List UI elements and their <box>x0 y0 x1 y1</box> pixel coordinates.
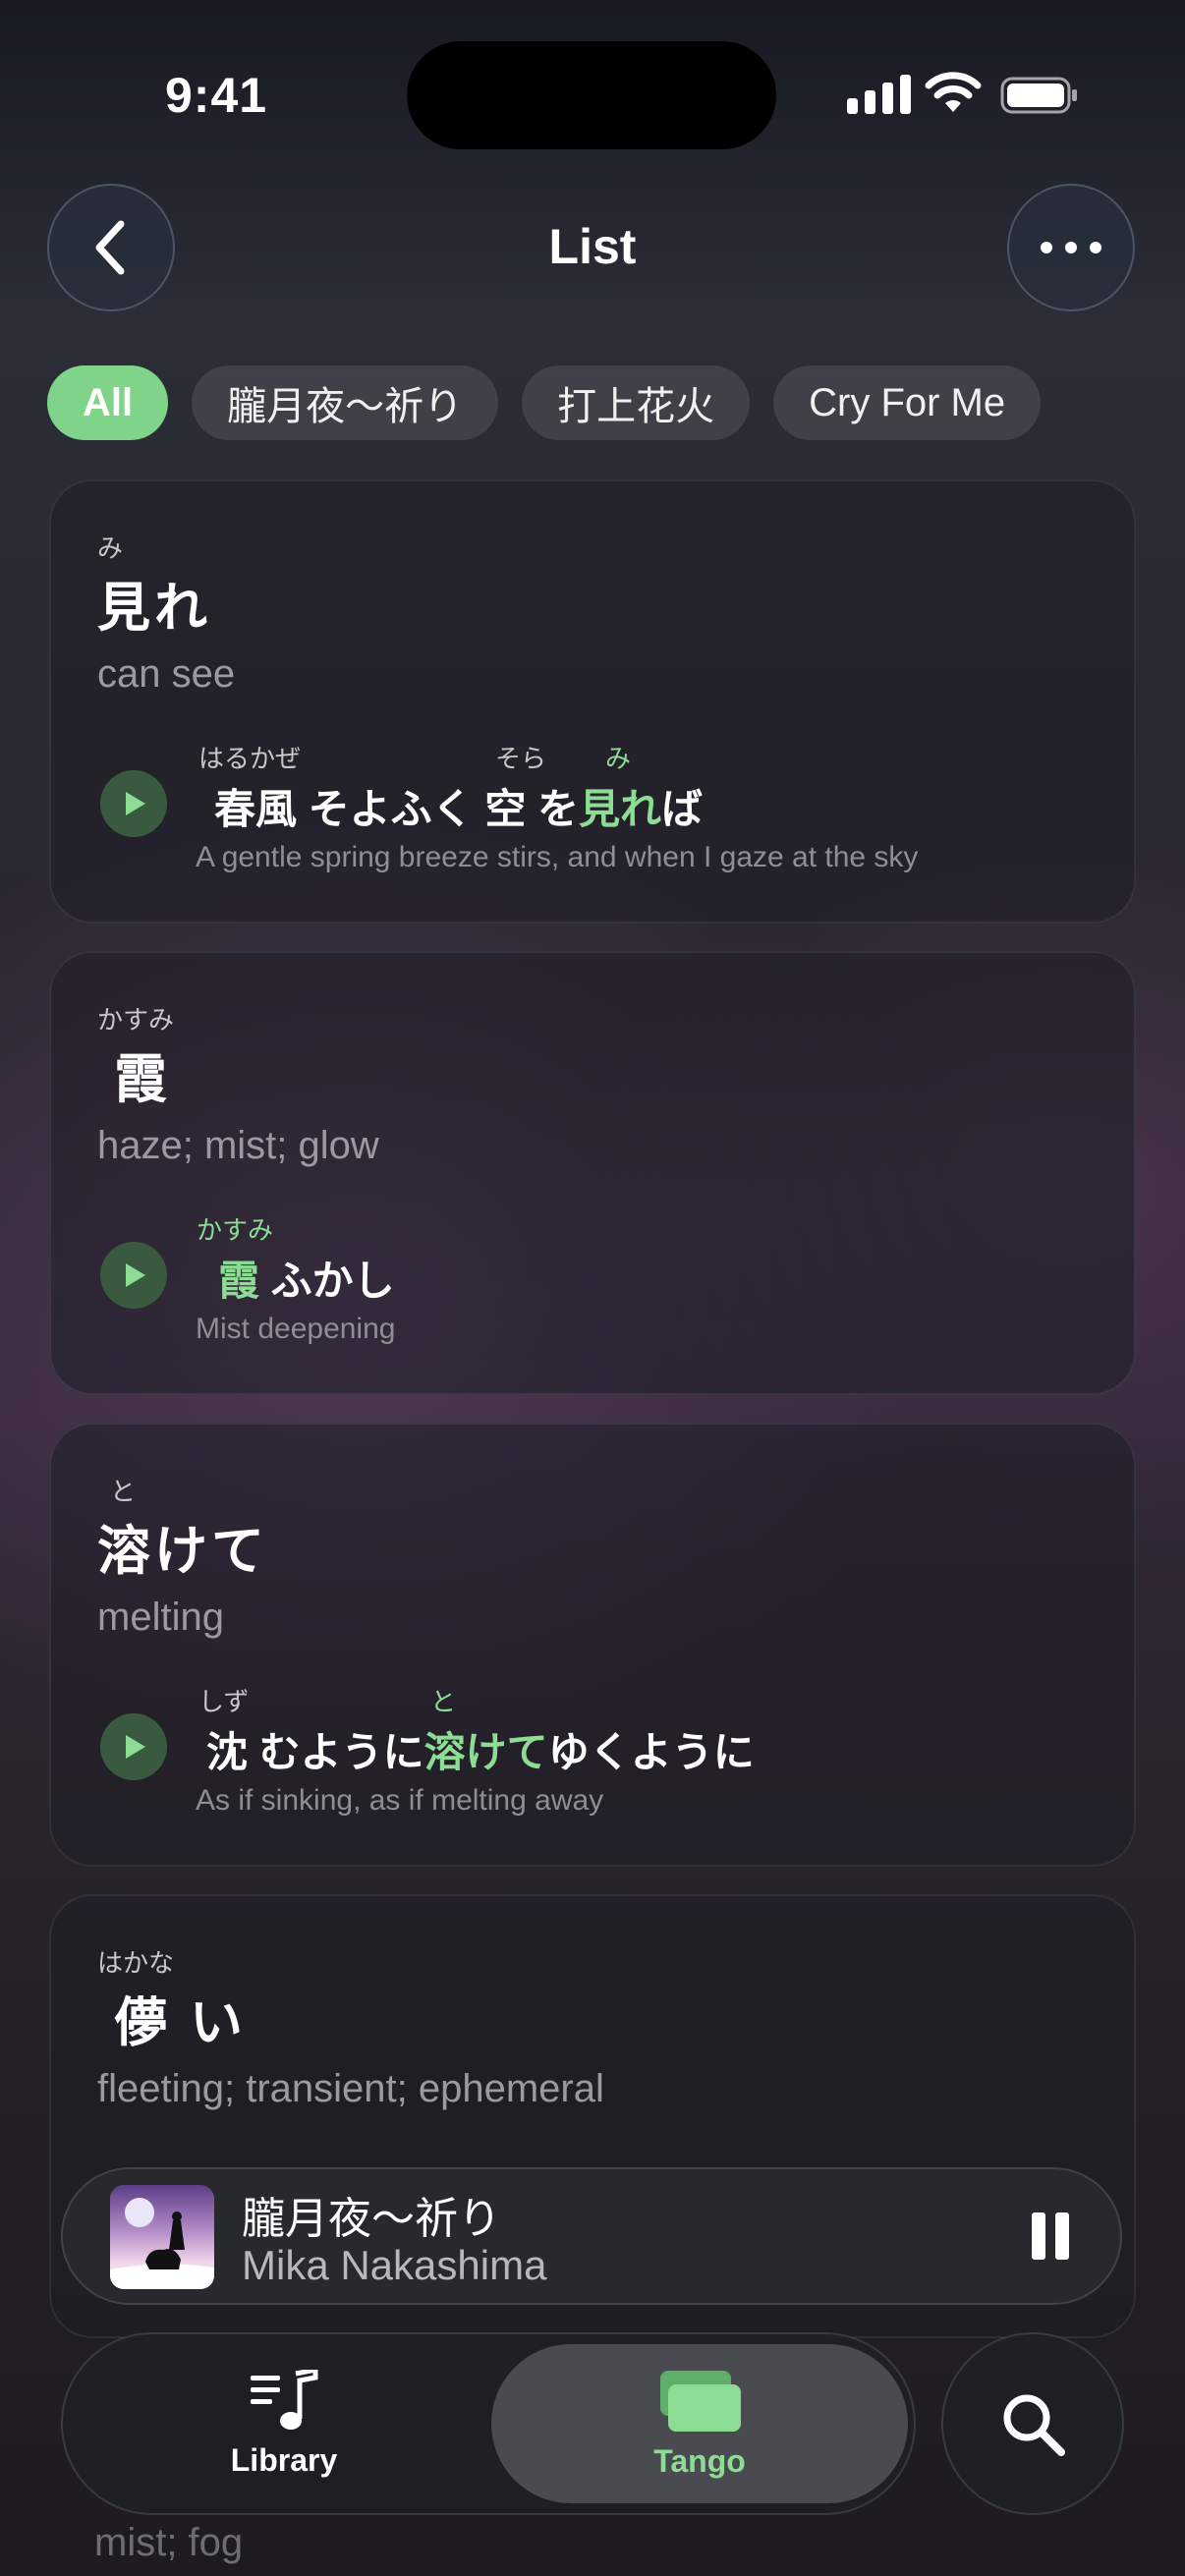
lyric-highlight: 見れ <box>579 786 662 832</box>
lyric-line: 沈 むように溶けてゆくように <box>206 1719 755 1779</box>
play-icon <box>126 792 145 815</box>
play-icon <box>126 1735 145 1759</box>
word-furigana: はかな <box>97 1948 175 1978</box>
filter-chip-song-3[interactable]: Cry For Me <box>773 365 1042 440</box>
lyric-furigana: かすみ <box>197 1215 274 1245</box>
pause-icon <box>1032 2212 1045 2260</box>
lyric-highlight: 霞 <box>218 1258 260 1304</box>
tab-label: Library <box>230 2441 338 2478</box>
ellipsis-icon <box>1041 242 1101 253</box>
lyric-translation: Mist deepening <box>196 1313 396 1345</box>
vocab-word: 見れ <box>97 579 211 638</box>
filter-chip-song-1[interactable]: 朧月夜〜祈り <box>192 365 499 440</box>
wifi-icon <box>925 72 982 112</box>
lyric-furigana: はるかぜ <box>198 744 302 773</box>
filter-chip-all[interactable]: All <box>47 365 169 440</box>
next-card-meaning: mist; fog <box>94 2521 244 2564</box>
filter-chips: All 朧月夜〜祈り 打上花火 Cry For Me <box>47 365 1042 440</box>
vocab-card[interactable]: み 見れ can see はるかぜ そら み 春風 そよふく 空 を見れば A … <box>49 479 1136 924</box>
status-time: 9:41 <box>165 68 268 123</box>
now-playing-title: 朧月夜〜祈り <box>242 2195 501 2243</box>
cards-icon <box>660 2370 741 2432</box>
vocab-meaning: haze; mist; glow <box>97 1124 379 1167</box>
lyric-line: 春風 そよふく 空 を見れば <box>214 776 703 836</box>
lyric-text: 春風 そよふく 空 を <box>214 786 580 832</box>
tab-library[interactable]: Library <box>181 2334 387 2513</box>
lyric-furigana: と <box>430 1687 457 1716</box>
vocab-word: 霞 <box>114 1050 171 1109</box>
lyric-translation: A gentle spring breeze stirs, and when I… <box>196 841 919 873</box>
vocab-card[interactable]: かすみ 霞 haze; mist; glow かすみ 霞 ふかし Mist de… <box>49 951 1136 1395</box>
cellular-signal-icon <box>847 73 911 114</box>
vocab-meaning: fleeting; transient; ephemeral <box>97 2067 604 2110</box>
word-furigana: かすみ <box>97 1005 175 1035</box>
now-playing-bar[interactable]: 朧月夜〜祈り Mika Nakashima <box>61 2167 1122 2305</box>
vocab-word: 儚 い <box>114 1993 248 2052</box>
tab-label: Tango <box>653 2442 746 2479</box>
vocab-meaning: melting <box>97 1596 224 1639</box>
word-furigana: み <box>97 533 124 563</box>
lyric-text: ゆくように <box>547 1729 755 1775</box>
vocab-word: 溶けて <box>97 1522 268 1581</box>
lyric-furigana: み <box>605 744 632 773</box>
battery-icon <box>1000 77 1077 114</box>
lyric-text: 沈 むように <box>206 1729 424 1775</box>
now-playing-artist: Mika Nakashima <box>242 2242 547 2288</box>
music-library-icon <box>251 2369 318 2430</box>
dynamic-island <box>407 41 776 149</box>
lyric-furigana: しず <box>198 1687 250 1716</box>
lyric-highlight: 溶けて <box>423 1729 548 1775</box>
search-icon <box>1003 2394 1065 2456</box>
play-button[interactable] <box>100 770 167 837</box>
play-icon <box>126 1263 145 1287</box>
vocab-card[interactable]: と 溶けて melting しず と 沈 むように溶けてゆくように As if … <box>49 1423 1136 1867</box>
play-button[interactable] <box>100 1242 167 1309</box>
play-button[interactable] <box>100 1713 167 1780</box>
more-options-button[interactable] <box>1007 184 1135 311</box>
filter-chip-song-2[interactable]: 打上花火 <box>522 365 751 440</box>
lyric-text: ふかし <box>259 1258 395 1304</box>
vocab-meaning: can see <box>97 652 236 696</box>
tab-bar: Library Tango <box>61 2332 916 2515</box>
tab-tango[interactable]: Tango <box>491 2344 908 2503</box>
album-art <box>110 2185 214 2289</box>
pause-button[interactable] <box>1032 2212 1071 2260</box>
word-furigana: と <box>110 1477 137 1506</box>
lyric-text: ば <box>661 786 704 832</box>
lyric-translation: As if sinking, as if melting away <box>196 1784 604 1817</box>
lyric-line: 霞 ふかし <box>218 1248 395 1308</box>
lyric-furigana: そら <box>495 744 547 773</box>
search-button[interactable] <box>941 2332 1124 2515</box>
